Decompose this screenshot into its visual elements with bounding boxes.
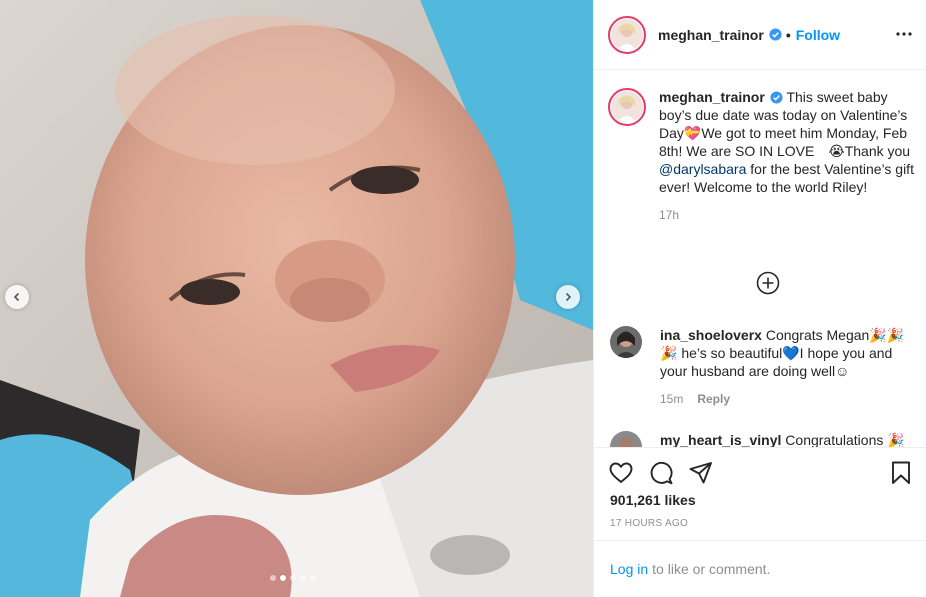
commenter-avatar[interactable] <box>610 431 642 447</box>
login-link[interactable]: Log in <box>610 561 648 577</box>
caption-username[interactable]: meghan_trainor <box>659 89 765 105</box>
bookmark-icon[interactable] <box>888 460 914 486</box>
previous-slide-button[interactable] <box>5 285 29 309</box>
post-caption: meghan_trainor This sweet baby boy’s due… <box>608 88 926 222</box>
post-sidebar: meghan_trainor • Follow meghan_trainor T… <box>593 0 926 597</box>
paper-plane-icon[interactable] <box>688 460 714 486</box>
caption-mention-link[interactable]: @darylsabara <box>659 161 746 177</box>
instagram-post: meghan_trainor • Follow meghan_trainor T… <box>0 0 926 597</box>
comments-section[interactable]: meghan_trainor This sweet baby boy’s due… <box>594 71 926 447</box>
carousel-dot <box>270 575 276 581</box>
post-timestamp[interactable]: 17 HOURS AGO <box>610 518 688 529</box>
carousel-dot <box>290 575 296 581</box>
chevron-right-icon <box>565 292 572 302</box>
comment-time: 15m <box>660 392 684 406</box>
post-media <box>0 0 593 597</box>
header-separator: • <box>785 26 791 43</box>
load-more-comments-button[interactable] <box>756 271 780 295</box>
next-slide-button[interactable] <box>556 285 580 309</box>
commenter-username[interactable]: ina_shoeloverx <box>660 327 762 343</box>
verified-badge-icon <box>770 91 783 104</box>
caption-text: meghan_trainor This sweet baby boy’s due… <box>659 88 921 196</box>
caption-author-avatar[interactable] <box>608 88 646 126</box>
newborn-photo <box>0 0 593 597</box>
login-prompt-text: to like or comment. <box>652 561 771 577</box>
comment-text: Congratulations 🎉 <box>785 432 905 447</box>
follow-button[interactable]: Follow <box>796 27 840 43</box>
commenter-avatar[interactable] <box>610 326 642 358</box>
carousel-dot-active <box>280 575 286 581</box>
post-header: meghan_trainor • Follow <box>594 0 926 70</box>
commenter-username[interactable]: my_heart_is_vinyl <box>660 432 781 447</box>
comment-icon[interactable] <box>648 460 674 486</box>
caption-time: 17h <box>659 208 680 222</box>
carousel-dot <box>310 575 316 581</box>
author-username[interactable]: meghan_trainor <box>658 27 764 43</box>
more-options-button[interactable] <box>894 24 914 44</box>
comment-item: my_heart_is_vinyl Congratulations 🎉 <box>610 431 920 447</box>
login-prompt: Log in to like or comment. <box>594 540 926 597</box>
carousel-indicator <box>270 575 316 581</box>
more-options-icon <box>896 32 912 36</box>
likes-count[interactable]: 901,261 likes <box>610 492 696 508</box>
carousel-dot <box>300 575 306 581</box>
comment-item: ina_shoeloverx Congrats Megan🎉🎉🎉 he’s so… <box>610 326 920 406</box>
verified-badge-icon <box>769 28 782 41</box>
reply-button[interactable]: Reply <box>697 392 730 406</box>
post-actions: 901,261 likes 17 HOURS AGO <box>594 447 926 540</box>
heart-icon[interactable] <box>608 460 634 486</box>
chevron-left-icon <box>13 292 20 302</box>
author-avatar[interactable] <box>608 15 646 54</box>
